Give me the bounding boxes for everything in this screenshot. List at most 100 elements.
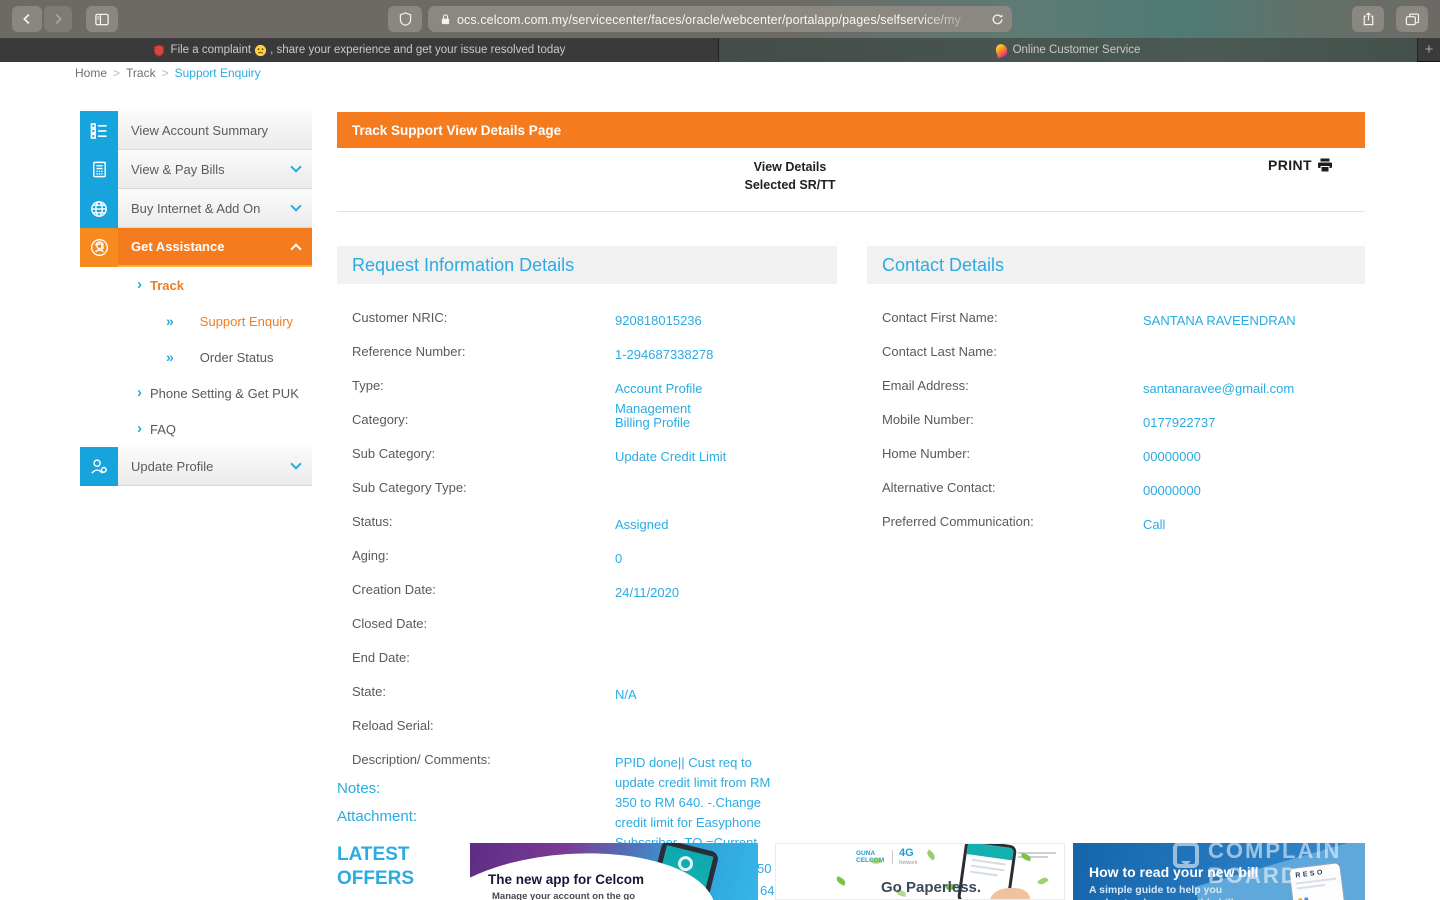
breadcrumb-track[interactable]: Track — [126, 66, 156, 80]
tab-complaint[interactable]: File a complaint , share your experience… — [0, 38, 719, 62]
field-row: Sub Category: Update Credit Limit — [337, 446, 837, 480]
divider — [337, 211, 1365, 212]
chevron-down-icon — [290, 161, 301, 172]
lock-icon — [440, 13, 451, 26]
field-label: Aging: — [352, 548, 389, 563]
contact-fields: Contact First Name: SANTANA RAVEENDRAN C… — [867, 284, 1365, 548]
screen: ocs.celcom.com.my/servicecenter/faces/or… — [0, 0, 1440, 900]
4g-logo-sub: Network — [899, 858, 917, 868]
field-row: Preferred Communication: Call — [867, 514, 1365, 548]
banner-bill-guide[interactable]: RESO How to read your new bill A simple … — [1073, 843, 1365, 900]
field-row: Contact First Name: SANTANA RAVEENDRAN — [867, 310, 1365, 344]
breadcrumb-support-enquiry[interactable]: Support Enquiry — [175, 66, 261, 80]
reload-icon — [991, 13, 1004, 26]
banner-celcom-app[interactable]: 15.8 GB The new app for Celcom Manage yo… — [470, 843, 758, 900]
sidebar-item-label: Update Profile — [131, 459, 292, 474]
4g-logo-text: 4G — [899, 848, 917, 858]
submenu-label: Track — [150, 278, 184, 293]
new-tab-button[interactable]: + — [1417, 38, 1440, 61]
checklist-icon — [80, 111, 118, 150]
chevron-up-icon — [290, 243, 301, 254]
field-value: SANTANA RAVEENDRAN — [1143, 311, 1358, 331]
sidebar-item-get-assistance[interactable]: Get Assistance — [80, 228, 312, 267]
description-overflow-fragment: 64 — [760, 883, 774, 898]
field-label: Home Number: — [882, 446, 970, 461]
view-details-line2: Selected SR/TT — [640, 177, 940, 195]
field-label: Contact Last Name: — [882, 344, 997, 359]
chevron-down-icon — [290, 458, 301, 469]
field-label: Description/ Comments: — [352, 752, 491, 767]
view-details-heading: View Details Selected SR/TT — [640, 159, 940, 194]
celcom-flame-icon — [994, 42, 1008, 58]
sidebar-item-label: View & Pay Bills — [131, 162, 292, 177]
banner-go-paperless[interactable]: GUNA CELCOM 4G Network Go Paperless. — [775, 843, 1065, 900]
sidebar-item-view-pay-bills[interactable]: View & Pay Bills — [80, 150, 312, 189]
panel-title: Contact Details — [867, 246, 1365, 284]
sidebar-item-buy-internet[interactable]: Buy Internet & Add On — [80, 189, 312, 228]
sidebar-item-update-profile[interactable]: Update Profile — [80, 447, 312, 486]
field-value: santanaravee@gmail.com — [1143, 379, 1358, 399]
latest-offers-line2: OFFERS — [337, 867, 430, 891]
watermark-line2: BOARD — [1208, 863, 1341, 888]
forward-button[interactable] — [44, 6, 72, 32]
view-details-line1: View Details — [640, 159, 940, 177]
print-label: PRINT — [1268, 157, 1312, 173]
share-icon — [1361, 11, 1376, 27]
field-value: 0177922737 — [1143, 413, 1358, 433]
chevron-right-icon: › — [137, 280, 142, 290]
submenu-track[interactable]: › Track — [80, 267, 312, 303]
submenu-faq[interactable]: › FAQ — [80, 411, 312, 447]
banner-title: Go Paperless. — [881, 879, 981, 896]
field-value: N/A — [615, 685, 820, 705]
field-row: Type: Account Profile Management — [337, 378, 837, 412]
field-value: 0 — [615, 549, 820, 569]
sidebar-toggle-button[interactable] — [86, 6, 118, 32]
address-bar[interactable]: ocs.celcom.com.my/servicecenter/faces/or… — [428, 6, 1012, 32]
submenu-order-status[interactable]: » Order Status — [80, 339, 312, 375]
breadcrumb: Home > Track > Support Enquiry — [75, 66, 261, 80]
complainboard-logo-icon — [1173, 843, 1199, 868]
sidebar-item-label: Buy Internet & Add On — [131, 201, 292, 216]
field-label: Email Address: — [882, 378, 969, 393]
print-button[interactable]: PRINT — [1268, 157, 1333, 173]
tab-customer-service[interactable]: Online Customer Service — [719, 38, 1417, 62]
submenu-label: Order Status — [200, 350, 274, 365]
4g-network-logo: 4G Network — [899, 848, 917, 868]
sidebar-item-view-account-summary[interactable]: View Account Summary — [80, 111, 312, 150]
field-label: Alternative Contact: — [882, 480, 995, 495]
red-shield-icon — [153, 44, 165, 57]
field-row-description: Description/ Comments: PPID done|| Cust … — [337, 752, 837, 780]
watermark-line1: COMPLAIN — [1208, 843, 1341, 863]
field-value: Call — [1143, 515, 1358, 535]
sidebar-item-label: Get Assistance — [131, 239, 292, 254]
field-value: Billing Profile — [615, 413, 820, 433]
share-button[interactable] — [1352, 6, 1384, 32]
field-row: State: N/A — [337, 684, 837, 718]
watermark-complainboard: COMPLAIN BOARD — [1173, 843, 1341, 888]
field-label: State: — [352, 684, 386, 699]
field-label: Status: — [352, 514, 392, 529]
banner-subtitle: Manage your account on the go — [492, 891, 635, 900]
submenu-phone-setting-get-puk[interactable]: › Phone Setting & Get PUK — [80, 375, 312, 411]
field-value: 1-294687338278 — [615, 345, 820, 365]
description-overflow-fragment: 50 — [757, 861, 771, 876]
submenu-support-enquiry[interactable]: » Support Enquiry — [80, 303, 312, 339]
chevron-down-icon — [290, 200, 301, 211]
breadcrumb-home[interactable]: Home — [75, 66, 107, 80]
page-title-bar: Track Support View Details Page — [337, 112, 1365, 148]
field-row: Closed Date: — [337, 616, 837, 650]
guna-logo-line1: GUNA — [856, 850, 884, 857]
field-row: Email Address: santanaravee@gmail.com — [867, 378, 1365, 412]
sidebar-icon — [94, 12, 110, 27]
back-button[interactable] — [12, 6, 42, 32]
privacy-shield-button[interactable] — [388, 6, 422, 32]
reload-button[interactable] — [991, 13, 1004, 26]
tab-label: Online Customer Service — [1013, 44, 1141, 56]
field-row: Category: Billing Profile — [337, 412, 837, 446]
tabs-icon — [1405, 12, 1420, 27]
field-value: Assigned — [615, 515, 820, 535]
field-row: Reload Serial: — [337, 718, 837, 752]
tabs-overview-button[interactable] — [1396, 6, 1428, 32]
logo-divider — [892, 850, 893, 864]
page-title: Track Support View Details Page — [352, 123, 561, 138]
